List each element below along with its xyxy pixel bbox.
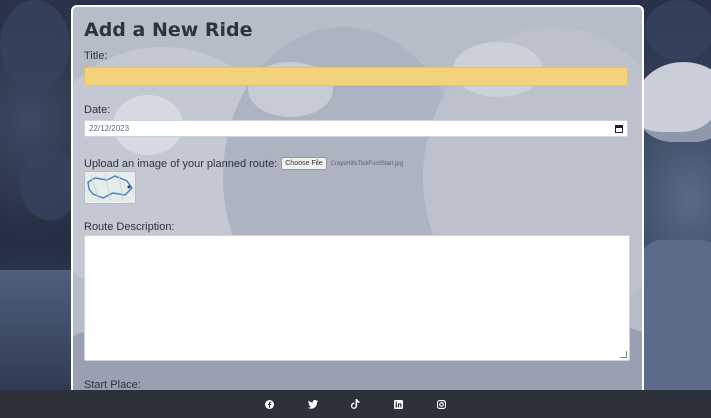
route-description-label: Route Description:: [84, 221, 175, 233]
calendar-icon[interactable]: [615, 124, 623, 133]
file-name: CraysHillsTickFordStart.jpg: [330, 160, 404, 167]
date-input[interactable]: 22/12/2023: [84, 120, 628, 137]
title-input[interactable]: [84, 67, 628, 86]
upload-row: Upload an image of your planned route: C…: [84, 157, 403, 170]
facebook-icon[interactable]: [265, 399, 275, 409]
route-description-textarea[interactable]: [84, 235, 630, 361]
date-value: 22/12/2023: [89, 124, 130, 133]
date-label: Date:: [84, 104, 111, 116]
footer: [0, 390, 711, 418]
title-label: Title:: [84, 50, 108, 62]
page-title: Add a New Ride: [84, 19, 253, 41]
instagram-icon[interactable]: [437, 399, 447, 409]
add-ride-form: Add a New Ride Title: Date: 22/12/2023 U…: [71, 5, 644, 397]
twitter-icon[interactable]: [307, 399, 318, 409]
route-map-thumbnail: [84, 171, 136, 204]
choose-file-button[interactable]: Choose File: [281, 157, 327, 170]
upload-label: Upload an image of your planned route:: [84, 157, 278, 170]
linkedin-icon[interactable]: [394, 399, 404, 409]
tiktok-icon[interactable]: [351, 399, 361, 409]
resize-grip-icon[interactable]: [620, 351, 627, 358]
